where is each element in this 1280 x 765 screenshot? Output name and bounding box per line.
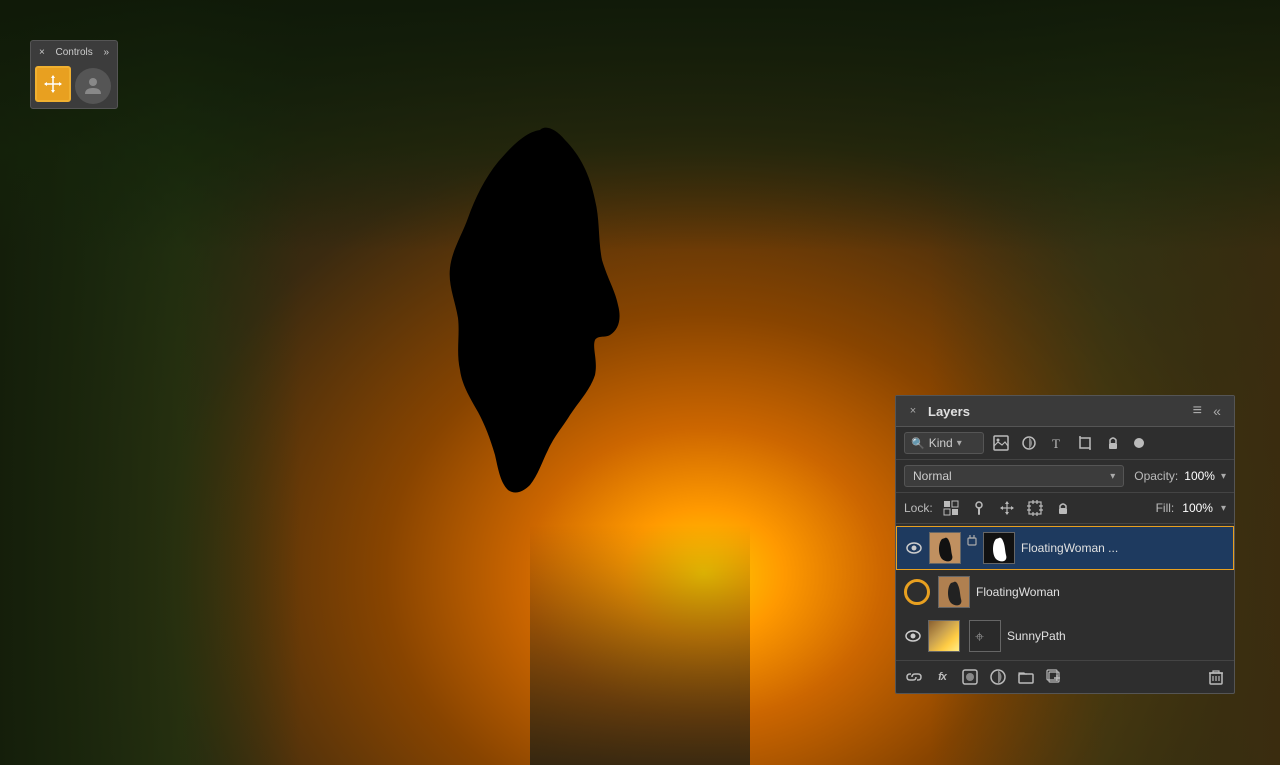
svg-text:T: T <box>1052 436 1060 451</box>
layer-item-floating-woman-group[interactable]: FloatingWoman ... <box>896 526 1234 570</box>
layer-name-1: FloatingWoman ... <box>1021 541 1225 555</box>
panel-bottom-toolbar: fx <box>896 660 1234 693</box>
layer-icon-3: ⌖ <box>969 620 1001 652</box>
panel-menu-button[interactable]: ≡ <box>1193 402 1202 420</box>
opacity-value: 100% <box>1184 469 1215 483</box>
fill-label: Fill: <box>1156 501 1175 515</box>
blend-opacity-row: Normal ▾ Opacity: 100% ▾ <box>896 460 1234 493</box>
toolbar-close[interactable]: × <box>39 47 45 58</box>
filter-circle-icon[interactable] <box>1018 432 1040 454</box>
blend-mode-label: Normal <box>913 469 952 483</box>
filter-circle-dot[interactable] <box>1134 438 1144 448</box>
layer-thumbnail-1 <box>929 532 961 564</box>
lock-artboard-icon[interactable] <box>1025 498 1045 518</box>
layers-panel: × Layers ≡ « 🔍 Kind ▾ T <box>895 395 1235 694</box>
blend-mode-arrow: ▾ <box>1110 471 1115 482</box>
new-layer-button[interactable] <box>1044 667 1064 687</box>
layer-visibility-toggle-3[interactable] <box>904 627 922 645</box>
fill-arrow[interactable]: ▾ <box>1221 503 1226 514</box>
layer-mask-thumbnail-1 <box>983 532 1015 564</box>
kind-filter-dropdown[interactable]: 🔍 Kind ▾ <box>904 432 984 454</box>
svg-text:⌖: ⌖ <box>975 629 984 646</box>
layer-group-indicator <box>904 579 930 605</box>
layer-name-3: SunnyPath <box>1007 629 1226 643</box>
add-mask-button[interactable] <box>960 667 980 687</box>
filter-image-icon[interactable] <box>990 432 1012 454</box>
kind-filter-arrow: ▾ <box>957 438 962 449</box>
toolbar-panel: × Controls » <box>30 40 118 109</box>
toolbar-expand[interactable]: » <box>103 47 109 58</box>
layer-item-sunny-path[interactable]: ⌖ SunnyPath <box>896 614 1234 658</box>
filter-row: 🔍 Kind ▾ T <box>896 427 1234 460</box>
lock-move-icon[interactable] <box>997 498 1017 518</box>
link-layers-button[interactable] <box>904 667 924 687</box>
layer-visibility-toggle-1[interactable] <box>905 539 923 557</box>
lock-label: Lock: <box>904 501 933 515</box>
lock-brush-icon[interactable] <box>969 498 989 518</box>
move-tool-button[interactable] <box>35 66 71 102</box>
panel-titlebar: × Layers ≡ « <box>896 396 1234 427</box>
add-adjustment-button[interactable] <box>988 667 1008 687</box>
opacity-arrow[interactable]: ▾ <box>1221 471 1226 482</box>
panel-title-left: × Layers <box>906 404 970 419</box>
layer-chain-1 <box>964 532 980 548</box>
lock-fill-row: Lock: Fill: 100% ▾ <box>896 493 1234 524</box>
layer-item-floating-woman[interactable]: FloatingWoman <box>896 570 1234 614</box>
opacity-label: Opacity: <box>1134 469 1178 483</box>
panel-close-button[interactable]: × <box>906 404 920 418</box>
delete-layer-button[interactable] <box>1206 667 1226 687</box>
toolbar-title: Controls <box>56 47 93 58</box>
layer-thumbs-1 <box>929 532 1015 564</box>
layers-list: FloatingWoman ... FloatingWoman ⌖ SunnyP… <box>896 524 1234 660</box>
filter-lock-icon[interactable] <box>1102 432 1124 454</box>
panel-title: Layers <box>928 404 970 419</box>
filter-text-icon[interactable]: T <box>1046 432 1068 454</box>
lock-all-icon[interactable] <box>1053 498 1073 518</box>
layer-thumbnail-3 <box>928 620 960 652</box>
lock-transparency-icon[interactable] <box>941 498 961 518</box>
layer-name-2: FloatingWoman <box>976 585 1226 599</box>
layer-thumbnail-2 <box>938 576 970 608</box>
toolbar-avatar <box>75 68 111 104</box>
kind-filter-label: Kind <box>929 436 953 450</box>
toolbar-header: × Controls » <box>35 45 113 60</box>
panel-collapse-button[interactable]: « <box>1210 404 1224 418</box>
group-layers-button[interactable] <box>1016 667 1036 687</box>
blend-mode-dropdown[interactable]: Normal ▾ <box>904 465 1124 487</box>
filter-crop-icon[interactable] <box>1074 432 1096 454</box>
fill-value: 100% <box>1182 501 1213 515</box>
fx-button[interactable]: fx <box>932 667 952 687</box>
figure-silhouette <box>430 120 650 570</box>
